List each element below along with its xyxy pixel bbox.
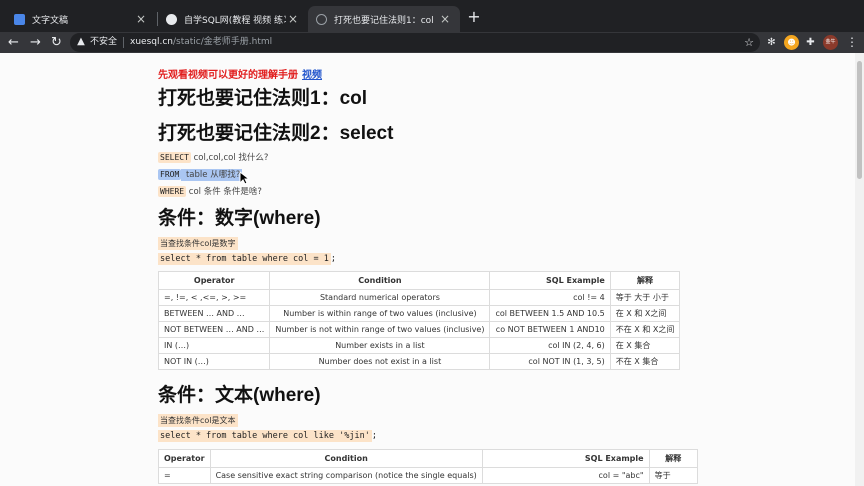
mouse-cursor-icon xyxy=(239,171,249,185)
cell-operator: IN (…) xyxy=(157,337,271,354)
url-host: xuesql.cn xyxy=(130,37,173,47)
text-sql-example: select * from table where col like '%jin… xyxy=(158,430,377,442)
cell-sql-example: col != 4 xyxy=(489,289,611,306)
url-path: /static/金老师手册.html xyxy=(172,37,273,47)
intro-line: 先观看视频可以更好的理解手册 视频 xyxy=(158,66,322,81)
number-operators-table: Operator Condition SQL Example 解释 =, !=,… xyxy=(157,271,681,370)
browser-toolbar: ← → ↻ ▲ 不安全 xuesql.cn/static/金老师手册.html … xyxy=(0,32,864,53)
cell-operator: NOT IN (…) xyxy=(157,353,271,370)
cell-sql-example: col NOT IN (1, 3, 5) xyxy=(489,353,611,370)
header-explanation: 解释 xyxy=(648,449,699,468)
close-icon[interactable]: × xyxy=(134,12,148,26)
cell-explanation: 不在 X 集合 xyxy=(609,353,681,370)
tab-docs[interactable]: 文字文稿 × xyxy=(6,6,156,32)
keyword-select: SELECT xyxy=(158,152,191,163)
intro-text: 先观看视频可以更好的理解手册 xyxy=(158,70,298,81)
keyword-where: WHERE xyxy=(158,186,187,197)
page-scrollbar[interactable] xyxy=(855,53,864,486)
table-row: NOT IN (…) Number does not exist in a li… xyxy=(157,353,681,370)
cell-explanation: 等于 xyxy=(648,467,699,484)
globe-icon xyxy=(316,13,327,25)
text-operators-table: Operator Condition SQL Example 解释 = Case… xyxy=(158,449,699,484)
table-row: IN (…) Number exists in a list col IN (2… xyxy=(157,337,681,354)
page-viewport: 先观看视频可以更好的理解手册 视频 打死也要记住法则1：col 打死也要记住法则2… xyxy=(0,53,864,486)
forward-button[interactable]: → xyxy=(27,34,44,51)
header-condition: Condition xyxy=(209,449,483,468)
video-link[interactable]: 视频 xyxy=(302,70,322,81)
address-bar[interactable]: ▲ 不安全 xuesql.cn/static/金老师手册.html ☆ xyxy=(70,33,760,52)
globe-icon xyxy=(166,13,177,25)
cell-operator: = xyxy=(158,467,211,484)
cell-explanation: 在 X 和 X之间 xyxy=(609,305,681,322)
header-condition: Condition xyxy=(269,271,491,290)
menu-icon[interactable]: ⋮ xyxy=(846,34,858,51)
cell-operator: BETWEEN … AND … xyxy=(157,305,271,322)
table-row: = Case sensitive exact string comparison… xyxy=(158,467,699,484)
tab-strip: 文字文稿 × 自学SQL网(教程 视频 练习全套) × 打死也要记住法则1：co… xyxy=(0,0,864,32)
cell-sql-example: col BETWEEN 1.5 AND 10.5 xyxy=(489,305,611,322)
tab-handbook[interactable]: 打死也要记住法则1：col × xyxy=(308,6,460,32)
rule-select: SELECT col,col,col 找什么? xyxy=(158,151,268,163)
table-header-row: Operator Condition SQL Example 解释 xyxy=(158,449,699,468)
cell-sql-example: col IN (2, 4, 6) xyxy=(489,337,611,354)
extension-icon[interactable]: ☻ xyxy=(784,35,799,50)
cell-condition: Standard numerical operators xyxy=(269,289,491,306)
tab-label: 自学SQL网(教程 视频 练习全套) xyxy=(184,15,286,26)
close-icon[interactable]: × xyxy=(286,12,300,26)
header-operator: Operator xyxy=(157,271,271,290)
number-condition-note: 当查找条件col是数字 xyxy=(158,237,238,250)
rule-from: FROM table 从哪找? xyxy=(158,168,243,181)
header-explanation: 解释 xyxy=(609,271,681,290)
reload-button[interactable]: ↻ xyxy=(48,34,65,51)
docs-icon xyxy=(14,13,25,25)
table-header-row: Operator Condition SQL Example 解释 xyxy=(157,271,681,290)
rule-text: col,col,col 找什么? xyxy=(190,153,269,163)
puzzle-extensions-icon[interactable]: ✚ xyxy=(803,35,818,50)
rule-text: table 从哪找? xyxy=(181,169,243,181)
number-sql-example: select * from table where col = 1; xyxy=(158,253,337,265)
tab-xuesql[interactable]: 自学SQL网(教程 视频 练习全套) × xyxy=(158,6,308,32)
cell-explanation: 等于 大于 小于 xyxy=(609,289,681,306)
settings-extension-icon[interactable]: ✻ xyxy=(764,35,779,50)
cell-sql-example: co NOT BETWEEN 1 AND10 xyxy=(489,321,611,338)
cell-condition: Case sensitive exact string comparison (… xyxy=(209,467,483,484)
heading-rule-2: 打死也要记住法则2：select xyxy=(158,123,394,144)
header-sql-example: SQL Example xyxy=(481,449,650,468)
cell-operator: NOT BETWEEN … AND … xyxy=(157,321,271,338)
keyword-from: FROM xyxy=(158,169,182,180)
header-operator: Operator xyxy=(158,449,211,468)
cell-operator: =, !=, < ,<=, >, >= xyxy=(157,289,271,306)
table-row: NOT BETWEEN … AND … Number is not within… xyxy=(157,321,681,338)
address-divider xyxy=(123,37,124,48)
heading-rule-1: 打死也要记住法则1：col xyxy=(158,88,368,109)
bookmark-star-icon[interactable]: ☆ xyxy=(744,33,754,52)
cell-sql-example: col = "abc" xyxy=(481,467,650,484)
back-button[interactable]: ← xyxy=(5,34,22,51)
rule-text: col 条件 条件是啥? xyxy=(186,187,262,197)
warning-icon: ▲ xyxy=(77,36,85,47)
tab-label: 文字文稿 xyxy=(32,15,69,26)
cell-condition: Number exists in a list xyxy=(269,337,491,354)
header-sql-example: SQL Example xyxy=(489,271,611,290)
url-text[interactable]: xuesql.cn/static/金老师手册.html xyxy=(130,33,272,52)
security-label[interactable]: 不安全 xyxy=(90,33,117,52)
close-icon[interactable]: × xyxy=(438,12,452,26)
scrollbar-thumb[interactable] xyxy=(857,61,862,179)
cell-explanation: 不在 X 和 X之间 xyxy=(609,321,681,338)
cell-explanation: 在 X 集合 xyxy=(609,337,681,354)
new-tab-button[interactable]: + xyxy=(466,9,482,25)
cell-condition: Number does not exist in a list xyxy=(269,353,491,370)
profile-avatar[interactable]: 金牛 xyxy=(823,35,838,50)
tab-label: 打死也要记住法则1：col xyxy=(334,15,434,26)
cell-condition: Number is not within range of two values… xyxy=(269,321,491,338)
cell-condition: Number is within range of two values (in… xyxy=(269,305,491,322)
text-condition-note: 当查找条件col是文本 xyxy=(158,414,238,427)
heading-text-condition: 条件：文本(where) xyxy=(158,385,321,406)
table-row: =, !=, < ,<=, >, >= Standard numerical o… xyxy=(157,289,681,306)
table-row: BETWEEN … AND … Number is within range o… xyxy=(157,305,681,322)
rule-where: WHERE col 条件 条件是啥? xyxy=(158,185,262,197)
heading-number-condition: 条件：数字(where) xyxy=(158,208,321,229)
